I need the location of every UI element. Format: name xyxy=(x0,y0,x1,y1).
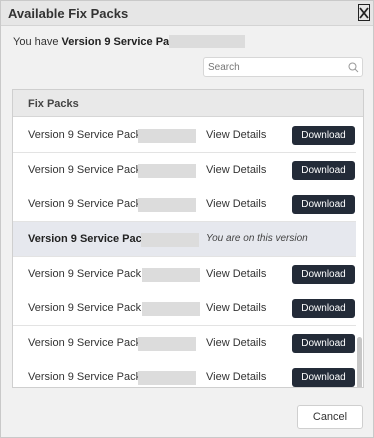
table-row: Version 9 Service Pack View Details Downlo… xyxy=(13,360,356,387)
view-details-link[interactable]: View Details xyxy=(206,337,266,349)
redacted-version-number xyxy=(141,233,199,247)
view-details-link[interactable]: View Details xyxy=(206,268,266,280)
fix-pack-name: Version 9 Service Pack xyxy=(28,302,142,314)
cancel-button[interactable]: Cancel xyxy=(297,405,363,429)
current-version-name: Version 9 Service Pack xyxy=(61,36,182,48)
download-button[interactable]: Download xyxy=(292,195,355,214)
table-row: Version 9 Service Pack View Details Downlo… xyxy=(13,257,356,292)
table-row: Version 9 Service Pack View Details Downlo… xyxy=(13,187,356,222)
table-row-current: Version 9 Service Pack You are on this ve… xyxy=(13,222,356,257)
redacted-version-number xyxy=(138,164,196,178)
search-icon[interactable] xyxy=(348,62,359,73)
fix-packs-table: Fix Packs Version 9 Service Pack View Det… xyxy=(12,89,364,388)
download-button[interactable]: Download xyxy=(292,299,355,318)
view-details-link[interactable]: View Details xyxy=(206,198,266,210)
current-version-label: You are on this version xyxy=(206,233,308,244)
redacted-version-number xyxy=(169,35,245,48)
table-row: Version 9 Service Pack View Details Downlo… xyxy=(13,153,356,188)
fix-pack-name: Version 9 Service Pack xyxy=(28,198,142,210)
redacted-version-number xyxy=(138,129,196,143)
view-details-link[interactable]: View Details xyxy=(206,302,266,314)
redacted-version-number xyxy=(138,198,196,212)
scrollbar[interactable] xyxy=(356,117,363,387)
dialog-title: Available Fix Packs xyxy=(8,6,129,21)
version-prefix: You have xyxy=(13,36,59,48)
download-button[interactable]: Download xyxy=(292,334,355,353)
table-header: Fix Packs xyxy=(13,90,363,117)
search-box[interactable] xyxy=(203,57,363,77)
view-details-link[interactable]: View Details xyxy=(206,371,266,383)
close-button[interactable] xyxy=(358,4,370,21)
fix-pack-name: Version 9 Service Pack xyxy=(28,164,142,176)
fix-pack-name: Version 9 Service Pack xyxy=(28,337,142,349)
view-details-link[interactable]: View Details xyxy=(206,129,266,141)
fix-packs-dialog: Available Fix Packs You have Version 9 S… xyxy=(0,0,374,438)
fix-pack-name: Version 9 Service Pack xyxy=(28,129,142,141)
redacted-version-number xyxy=(142,268,200,282)
redacted-version-number xyxy=(142,302,200,316)
table-row: Version 9 Service Pack View Details Downlo… xyxy=(13,291,356,326)
column-header-fix-packs: Fix Packs xyxy=(28,98,79,110)
redacted-version-number xyxy=(138,371,196,385)
table-row: Version 9 Service Pack View Details Downlo… xyxy=(13,118,356,153)
fix-pack-name: Version 9 Service Pack xyxy=(28,268,142,280)
fix-pack-name: Version 9 Service Pack xyxy=(28,371,142,383)
download-button[interactable]: Download xyxy=(292,265,355,284)
dialog-titlebar: Available Fix Packs xyxy=(1,1,373,26)
redacted-version-number xyxy=(138,337,196,351)
download-button[interactable]: Download xyxy=(292,368,355,387)
search-input[interactable] xyxy=(208,60,344,75)
current-version-info: You have Version 9 Service Pack xyxy=(13,36,181,48)
fix-pack-name: Version 9 Service Pack xyxy=(28,233,148,245)
download-button[interactable]: Download xyxy=(292,161,355,180)
table-row: Version 9 Service Pack View Details Downlo… xyxy=(13,326,356,361)
download-button[interactable]: Download xyxy=(292,126,355,145)
close-icon xyxy=(359,7,369,19)
view-details-link[interactable]: View Details xyxy=(206,164,266,176)
scrollbar-thumb[interactable] xyxy=(357,337,362,387)
